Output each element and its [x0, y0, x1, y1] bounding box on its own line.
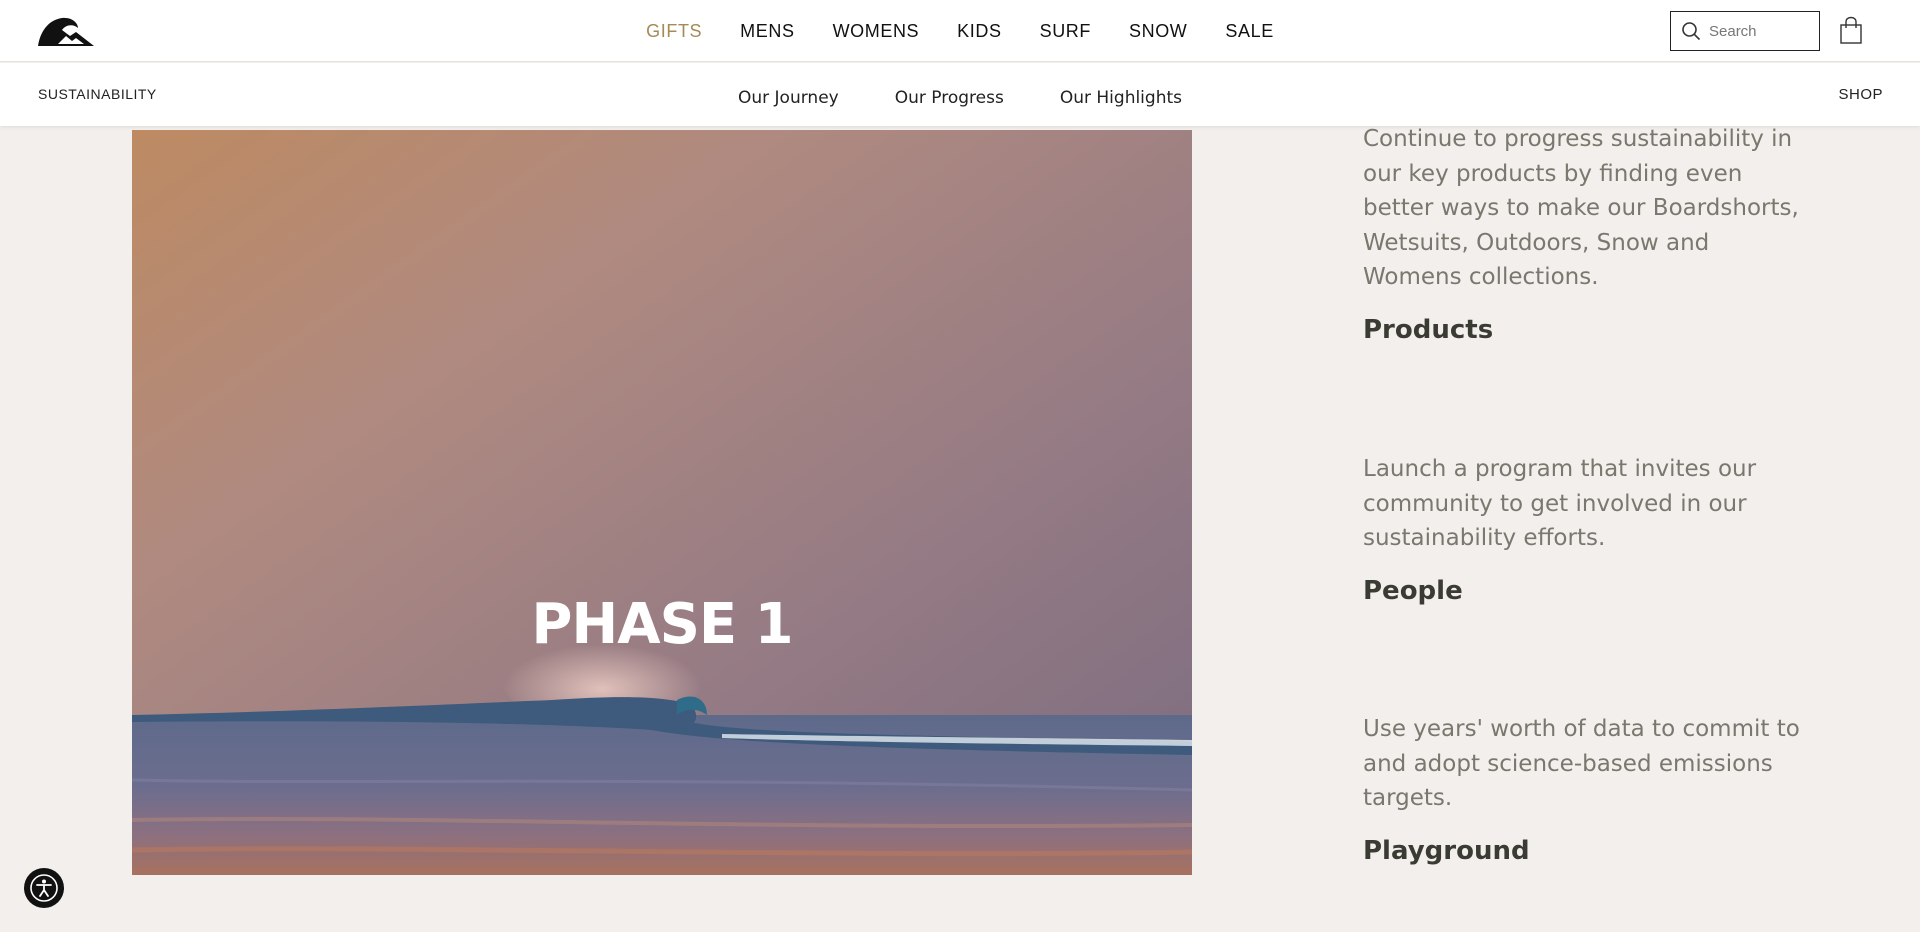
nav-sale[interactable]: SALE: [1225, 21, 1273, 42]
accessibility-icon: [30, 874, 58, 902]
main-nav: GIFTS MENS WOMENS KIDS SURF SNOW SALE: [0, 0, 1920, 62]
search-input[interactable]: [1709, 22, 1809, 40]
tab-our-journey[interactable]: Our Journey: [738, 88, 839, 108]
tab-our-highlights[interactable]: Our Highlights: [1060, 88, 1182, 108]
pillar-description: Continue to progress sustainability in o…: [1363, 126, 1799, 290]
nav-mens[interactable]: MENS: [740, 21, 794, 42]
nav-kids[interactable]: KIDS: [957, 21, 1001, 42]
shopping-bag-icon[interactable]: [1839, 16, 1863, 44]
hero-image: PHASE 1: [132, 130, 1192, 875]
pillar-heading: People: [1363, 575, 1463, 606]
section-nav: Our Journey Our Progress Our Highlights: [0, 63, 1920, 126]
ocean-wave-photo: [132, 130, 1192, 875]
pillar-heading: Playground: [1363, 835, 1530, 866]
shop-link[interactable]: SHOP: [1838, 86, 1883, 103]
sustainability-subnav: SUSTAINABILITY Our Journey Our Progress …: [0, 63, 1920, 126]
pillar-description: Use years' worth of data to commit to an…: [1363, 716, 1800, 811]
nav-gifts[interactable]: GIFTS: [646, 21, 702, 42]
search-box[interactable]: [1670, 11, 1820, 51]
hero-title: PHASE 1: [531, 592, 793, 657]
accessibility-button[interactable]: [24, 868, 64, 908]
pillar-description: Launch a program that invites our commun…: [1363, 456, 1757, 551]
search-icon: [1682, 22, 1701, 41]
nav-surf[interactable]: SURF: [1040, 21, 1091, 42]
pillar-playground: Use years' worth of data to commit to an…: [1363, 712, 1803, 866]
pillar-products: Continue to progress sustainability in o…: [1363, 122, 1803, 345]
nav-snow[interactable]: SNOW: [1129, 21, 1187, 42]
pillar-people: Launch a program that invites our commun…: [1363, 452, 1803, 606]
pillar-heading: Products: [1363, 314, 1494, 345]
nav-womens[interactable]: WOMENS: [833, 21, 920, 42]
tab-our-progress[interactable]: Our Progress: [895, 88, 1004, 108]
site-header: GIFTS MENS WOMENS KIDS SURF SNOW SALE: [0, 0, 1920, 62]
